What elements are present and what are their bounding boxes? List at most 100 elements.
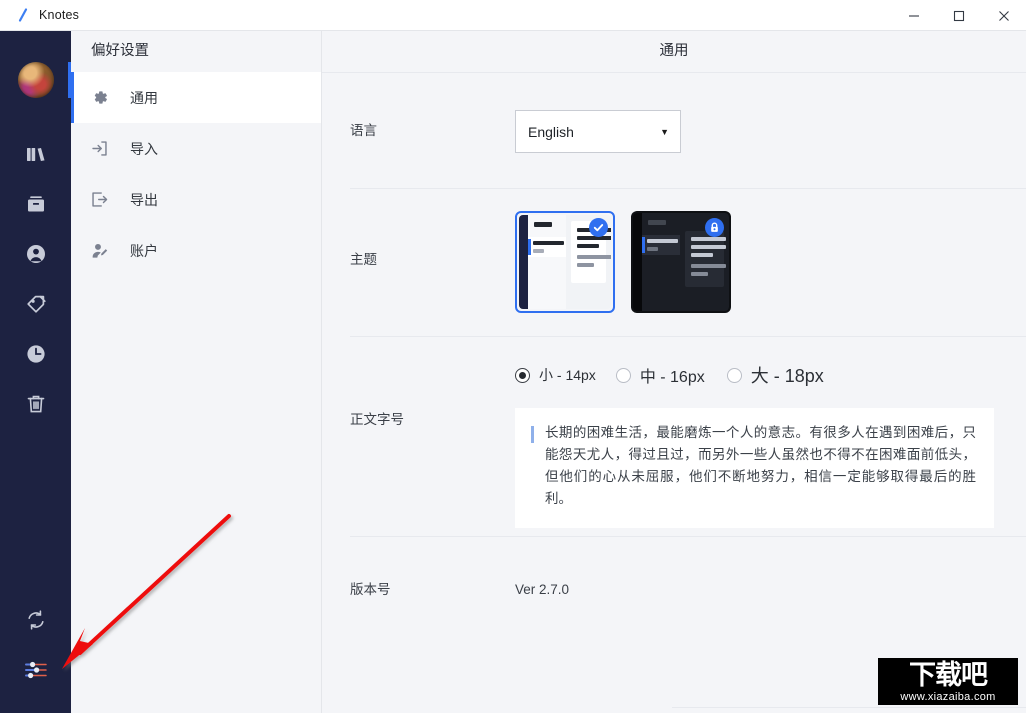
preview-bar xyxy=(577,244,599,248)
watermark: 下载吧 www.xiazaiba.com xyxy=(878,658,1018,705)
radio-dot xyxy=(726,367,742,383)
account-edit-icon xyxy=(88,240,110,262)
language-control: English ▼ xyxy=(515,73,1026,153)
preview-bar xyxy=(691,245,726,249)
radio-dot xyxy=(515,367,530,383)
archive-box-icon xyxy=(24,192,48,221)
language-select-value: English xyxy=(528,123,574,140)
version-control: Ver 2.7.0 xyxy=(515,536,1026,599)
trash-icon xyxy=(24,392,48,421)
preview-bar xyxy=(533,249,544,253)
preview-selected-bg xyxy=(528,237,566,257)
rail-item-library[interactable] xyxy=(0,131,71,181)
font-size-label: 正文字号 xyxy=(350,412,404,427)
rail-item-account[interactable] xyxy=(0,231,71,281)
preview-bar xyxy=(647,239,678,243)
title-bar: Knotes xyxy=(0,0,1026,31)
export-arrow-icon xyxy=(88,189,110,211)
rail-item-sync[interactable] xyxy=(0,597,71,647)
pen-slash-icon xyxy=(16,8,30,22)
chevron-down-icon: ▼ xyxy=(660,126,669,137)
rail-bottom-items xyxy=(0,597,71,697)
icon-rail xyxy=(0,31,71,713)
preferences-title: 偏好设置 xyxy=(91,43,149,59)
theme-label: 主题 xyxy=(350,252,377,267)
language-label: 语言 xyxy=(350,123,377,138)
sidebar-item-label: 导入 xyxy=(130,140,158,157)
setting-row-version: 版本号 Ver 2.7.0 xyxy=(322,536,1026,646)
setting-row-theme: 主题 xyxy=(322,188,1026,336)
sidebar-item-export[interactable]: 导出 xyxy=(71,174,321,225)
theme-options xyxy=(515,188,1026,313)
bottom-divider xyxy=(672,707,1026,708)
preview-bar xyxy=(577,263,594,267)
preview-selection-indicator xyxy=(528,239,531,255)
preview-bar xyxy=(577,255,611,259)
sidebar-item-account[interactable]: 账户 xyxy=(71,225,321,276)
font-size-control: 小 - 14px 中 - 16px 大 - 18px 长期的困难生活，最能磨炼一… xyxy=(515,336,1026,528)
preview-bar xyxy=(648,220,666,225)
preview-bar xyxy=(691,272,708,276)
version-value: Ver 2.7.0 xyxy=(515,582,570,597)
font-size-preview-text: 长期的困难生活，最能磨炼一个人的意志。有很多人在遇到困难后，只能怨天尤人，得过且… xyxy=(545,425,976,506)
preview-sidebar xyxy=(642,213,680,311)
app-window: Knotes 偏好设置 通用 导入 导出 账户 通用 语言 English ▼ … xyxy=(0,0,1026,713)
radio-label: 小 - 14px xyxy=(539,367,596,383)
rail-items xyxy=(0,131,71,431)
preview-rail xyxy=(519,215,528,309)
sidebar-item-label: 导出 xyxy=(130,191,158,208)
rail-item-recent[interactable] xyxy=(0,331,71,381)
preview-bar xyxy=(691,237,726,241)
language-select[interactable]: English ▼ xyxy=(515,110,681,153)
preview-bar xyxy=(533,241,564,245)
preview-selected-bg xyxy=(642,235,680,255)
theme-option-light[interactable] xyxy=(515,211,615,313)
sidebar-item-import[interactable]: 导入 xyxy=(71,123,321,174)
window-title: Knotes xyxy=(39,8,80,22)
preferences-panel: 偏好设置 通用 导入 导出 账户 xyxy=(71,31,322,713)
preview-bar xyxy=(647,247,658,251)
rail-item-archive[interactable] xyxy=(0,181,71,231)
font-size-preview-box: 长期的困难生活，最能磨炼一个人的意志。有很多人在遇到困难后，只能怨天尤人，得过且… xyxy=(515,408,994,528)
close-button[interactable] xyxy=(981,0,1026,31)
account-circle-icon xyxy=(24,242,48,271)
font-size-radio-group: 小 - 14px 中 - 16px 大 - 18px xyxy=(515,358,1016,392)
watermark-url: www.xiazaiba.com xyxy=(900,691,996,703)
rail-item-settings[interactable] xyxy=(0,647,71,697)
font-size-radio-small[interactable]: 小 - 14px xyxy=(515,365,596,385)
maximize-button[interactable] xyxy=(936,0,981,31)
lock-icon xyxy=(705,218,724,237)
preview-bar xyxy=(577,236,611,240)
sliders-settings-icon xyxy=(23,657,49,688)
preview-rail xyxy=(633,213,642,311)
font-size-radio-large[interactable]: 大 - 18px xyxy=(726,362,824,388)
watermark-text: 下载吧 xyxy=(909,660,988,691)
page-title: 通用 xyxy=(322,31,1026,73)
sidebar-item-label: 通用 xyxy=(130,89,158,106)
content-panel: 通用 语言 English ▼ 主题 正文字号 小 - 14px 中 - 16p… xyxy=(322,31,1026,713)
quote-bar xyxy=(531,426,534,443)
preview-sidebar xyxy=(528,215,566,309)
sidebar-item-label: 账户 xyxy=(130,242,158,259)
preview-bar xyxy=(534,222,552,227)
settings-rows: 语言 English ▼ 主题 正文字号 小 - 14px 中 - 16px 大… xyxy=(322,73,1026,646)
preview-bar xyxy=(691,253,713,257)
theme-option-dark[interactable] xyxy=(631,211,731,313)
preview-selection-indicator xyxy=(642,237,645,253)
clock-history-icon xyxy=(24,342,48,371)
preview-bar xyxy=(691,264,726,268)
setting-row-font-size: 正文字号 小 - 14px 中 - 16px 大 - 18px 长期的困难生活，… xyxy=(322,336,1026,536)
rail-item-tags[interactable] xyxy=(0,281,71,331)
rail-item-trash[interactable] xyxy=(0,381,71,431)
gear-icon xyxy=(88,87,110,109)
radio-label: 中 - 16px xyxy=(639,369,705,386)
check-circle-icon xyxy=(589,218,608,237)
import-arrow-icon xyxy=(88,138,110,160)
avatar[interactable] xyxy=(18,62,54,98)
minimize-button[interactable] xyxy=(891,0,936,31)
setting-row-language: 语言 English ▼ xyxy=(322,73,1026,188)
sidebar-item-general[interactable]: 通用 xyxy=(71,72,321,123)
font-size-radio-medium[interactable]: 中 - 16px xyxy=(615,363,705,387)
preview-card xyxy=(685,231,726,287)
tag-icon xyxy=(24,292,48,321)
